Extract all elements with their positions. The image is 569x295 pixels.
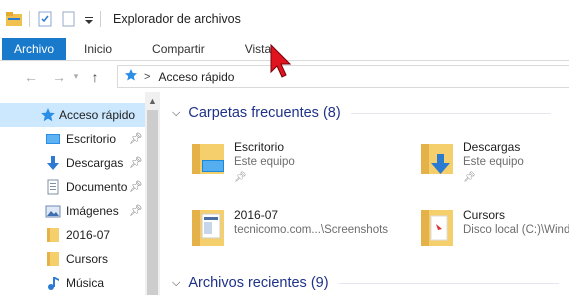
recent-locations-icon[interactable]: ▾ [70,71,82,82]
folder-name: Cursors [463,208,506,222]
pin-icon[interactable]: 📌︎ [129,180,143,193]
folder-tile-escritorio[interactable]: Escritorio Este equipo 📌︎ [188,140,388,188]
sidebar-item-imagenes[interactable]: Imágenes 📌︎ [0,199,145,223]
sidebar-item-musica[interactable]: Música [0,271,145,295]
document-icon [45,179,61,195]
back-icon[interactable]: ← [20,69,42,85]
folder-icon [417,208,457,248]
sidebar-item-label: Imágenes [66,204,119,218]
group-header-recent[interactable]: ⌵ Archivos recientes (9) [172,275,559,291]
toolbar-divider [29,11,30,27]
customize-toolbar-icon[interactable] [84,10,94,28]
tab-inicio[interactable]: Inicio [66,38,130,60]
star-icon [40,107,56,123]
folder-location: tecnicomo.com...\Screenshots [234,224,389,236]
sidebar-item-descargas[interactable]: Descargas 📌︎ [0,151,145,175]
sidebar-item-acceso-rapido[interactable]: Acceso rápido [0,103,145,127]
folder-app-icon [5,10,23,28]
address-bar[interactable]: > Acceso rápido [117,65,569,88]
sidebar-item-cursors[interactable]: Cursors [0,247,145,271]
folder-name: Descargas [463,140,521,154]
group-header-frequent[interactable]: ⌵ Carpetas frecuentes (8) [172,105,551,121]
download-icon [45,155,61,171]
tab-compartir[interactable]: Compartir [130,38,227,60]
title-bar: Explorador de archivos [0,0,569,38]
sidebar-item-label: Música [66,276,105,290]
navigation-pane: Acceso rápido Escritorio 📌︎ Descargas 📌︎… [0,92,160,295]
properties-icon[interactable] [36,10,54,28]
downloads-folder-icon [417,140,457,180]
sidebar-item-label: Descargas [66,156,124,170]
pin-icon[interactable]: 📌︎ [129,204,143,217]
breadcrumb-separator-icon[interactable]: > [144,71,150,83]
folder-tile-cursors[interactable]: Cursors Disco local (C:)\Windows [417,208,569,256]
group-header-label: Archivos recientes (9) [188,275,329,291]
desktop-folder-icon [188,140,228,180]
sidebar-item-label: Cursors [66,252,109,266]
folder-name: 2016-07 [234,208,279,222]
sidebar-item-escritorio[interactable]: Escritorio 📌︎ [0,127,145,151]
group-header-label: Carpetas frecuentes (8) [188,105,341,121]
quick-access-toolbar [0,0,107,38]
desktop-icon [45,131,61,147]
folder-icon [45,251,61,267]
sidebar-item-label: 2016-07 [66,228,111,242]
star-icon [124,68,138,85]
pin-icon[interactable]: 📌︎ [129,132,143,145]
sidebar-item-2016-07[interactable]: 2016-07 [0,223,145,247]
chevron-down-icon[interactable]: ⌵ [172,107,180,120]
forward-icon[interactable]: → [48,69,70,85]
folder-location: Este equipo [234,156,295,168]
folder-icon [45,227,61,243]
pin-icon[interactable]: 📌︎ [129,156,143,169]
toolbar-divider [100,11,101,27]
chevron-down-icon[interactable]: ⌵ [172,277,180,290]
folder-location: Este equipo [463,156,524,168]
group-header-divider [350,112,551,114]
sidebar-item-documentos[interactable]: Documentos 📌︎ [0,175,145,199]
window-title: Explorador de archivos [113,12,241,26]
up-icon[interactable]: ↑ [84,69,106,85]
pin-icon[interactable]: 📌︎ [234,172,247,183]
pin-icon[interactable]: 📌︎ [463,172,476,183]
music-icon [45,275,61,291]
breadcrumb-current[interactable]: Acceso rápido [158,70,234,84]
sidebar-item-label: Acceso rápido [59,108,136,122]
sidebar-item-label: Documentos [66,180,128,194]
tab-archivo[interactable]: Archivo [2,38,67,60]
scrollbar-thumb[interactable] [147,110,158,295]
new-folder-icon[interactable] [60,10,78,28]
mouse-pointer-icon [270,43,294,80]
content-pane: ⌵ Carpetas frecuentes (8) Escritorio Est… [160,92,569,295]
folder-tile-2016-07[interactable]: 2016-07 tecnicomo.com...\Screenshots [188,208,418,256]
folder-tile-descargas[interactable]: Descargas Este equipo 📌︎ [417,140,567,188]
pictures-icon [45,203,61,219]
group-header-divider [338,282,559,284]
scroll-up-icon[interactable]: ▲ [148,96,157,106]
folder-location: Disco local (C:)\Windows [463,224,569,236]
sidebar-item-label: Escritorio [66,132,117,146]
folder-name: Escritorio [234,140,285,154]
folder-icon [188,208,228,248]
sidebar-scrollbar[interactable]: ▲ [145,92,160,295]
